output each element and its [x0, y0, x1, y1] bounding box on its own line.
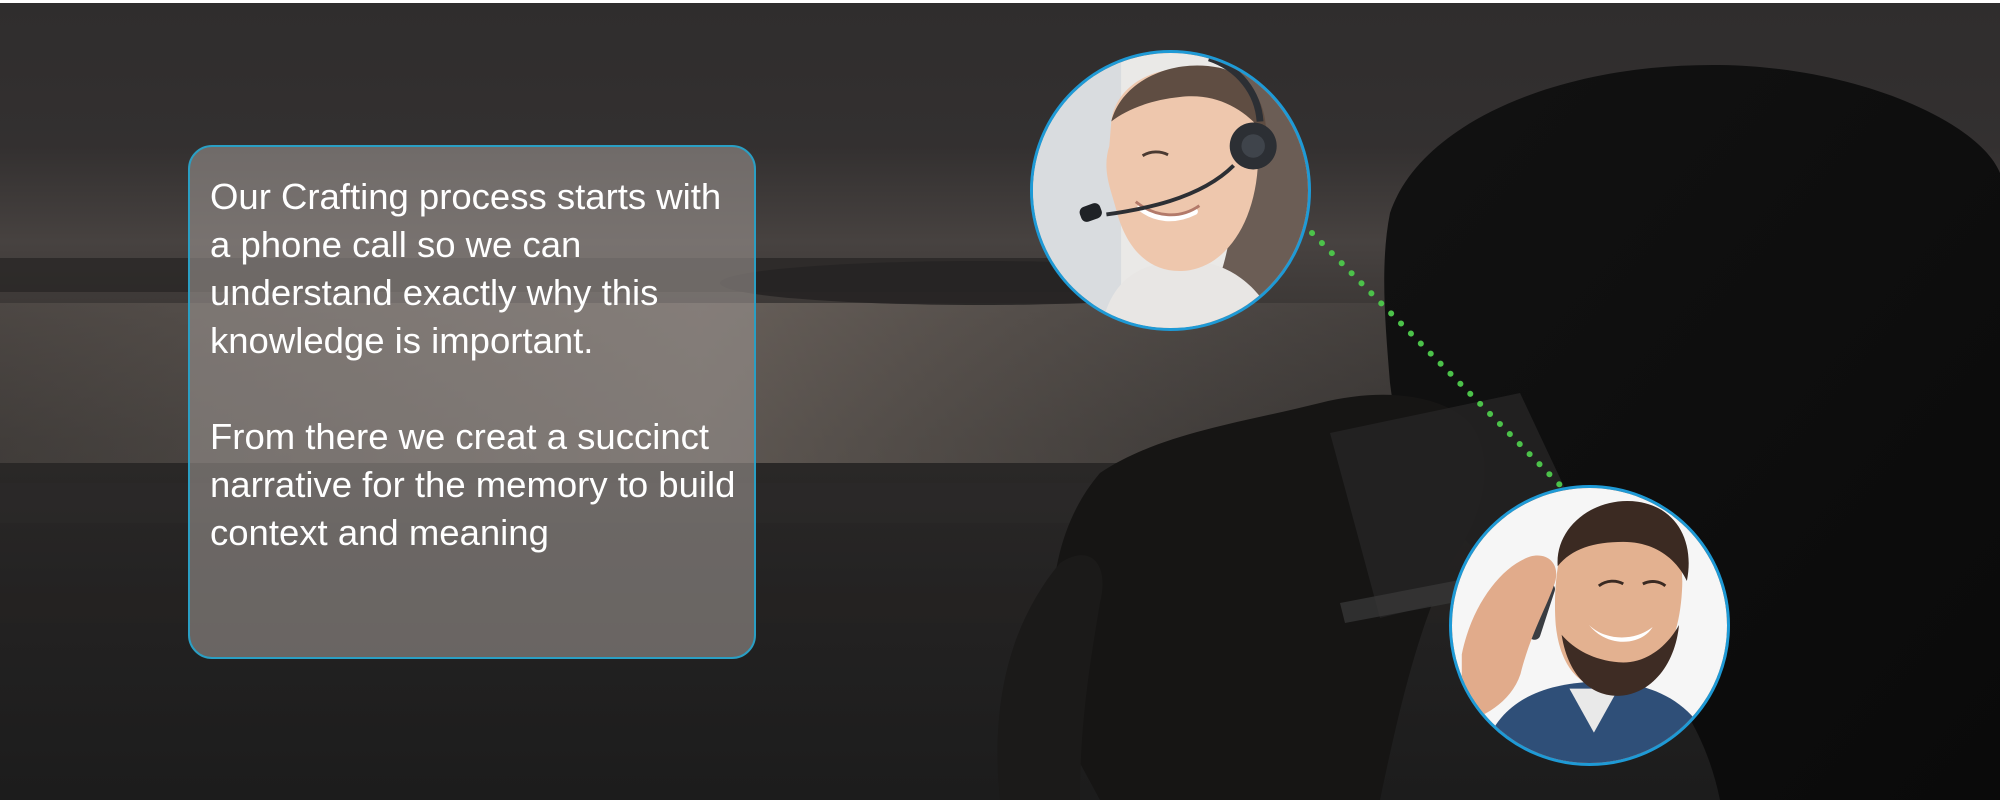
headset-agent-icon: [1033, 53, 1308, 328]
text-panel: Our Crafting process starts with a phone…: [188, 145, 756, 659]
agent-avatar: [1030, 50, 1311, 331]
slide: Our Crafting process starts with a phone…: [0, 3, 2000, 800]
narrative-paragraph: From there we creat a succinct narrative…: [210, 416, 736, 553]
intro-paragraph: Our Crafting process starts with a phone…: [210, 176, 722, 361]
phone-caller-icon: [1452, 488, 1727, 763]
caller-avatar: [1449, 485, 1730, 766]
